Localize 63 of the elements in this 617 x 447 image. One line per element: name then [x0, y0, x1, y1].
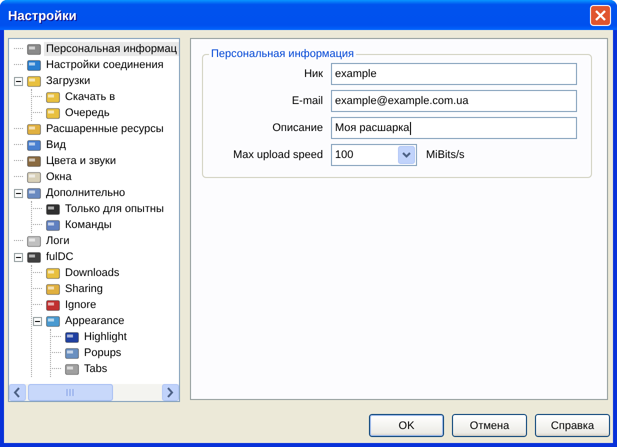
help-button[interactable]: Справка: [535, 414, 610, 437]
tree-item[interactable]: Скачать в: [63, 90, 118, 104]
tree-item[interactable]: Настройки соединения: [44, 58, 166, 72]
tree-item[interactable]: Логи: [44, 234, 72, 248]
close-icon[interactable]: [590, 4, 611, 26]
tree-item-icon: [45, 217, 61, 233]
tree-item[interactable]: Расшаренные ресурсы: [44, 122, 166, 136]
unit-label: MiBits/s: [426, 149, 464, 161]
tree-item-icon: [26, 233, 42, 249]
tree-item[interactable]: Загрузки: [44, 74, 92, 88]
tree-item-icon: [26, 249, 42, 265]
collapse-toggle[interactable]: [33, 316, 42, 326]
tree-item[interactable]: Highlight: [82, 330, 129, 344]
input-field[interactable]: example@example.com.ua: [331, 90, 577, 112]
speed-dropdown[interactable]: 100: [331, 144, 417, 166]
tree-item-icon: [26, 153, 42, 169]
tree-item-icon: [45, 281, 61, 297]
tree-item[interactable]: Очередь: [63, 106, 112, 120]
tree-item[interactable]: Вид: [44, 138, 68, 152]
ok-button[interactable]: OK: [369, 414, 444, 437]
tree-item-icon: [26, 57, 42, 73]
tree-item-icon: [26, 73, 42, 89]
group-title: Персональная информация: [210, 48, 356, 60]
tree-item-icon: [64, 345, 80, 361]
tree-item-icon: [45, 201, 61, 217]
field-label: Ник: [303, 68, 323, 80]
tree-item[interactable]: Дополнительно: [44, 186, 128, 200]
tree-item[interactable]: Sharing: [63, 282, 105, 296]
tree-item[interactable]: Tabs: [82, 362, 110, 376]
cancel-button[interactable]: Отмена: [452, 414, 527, 437]
tree-item-icon: [45, 89, 61, 105]
tree-item-icon: [45, 313, 61, 329]
tree-item[interactable]: fulDC: [44, 250, 76, 264]
dropdown-caret-icon[interactable]: [398, 146, 415, 164]
tree-item[interactable]: Персональная информац: [44, 42, 179, 56]
tree-item-icon: [26, 185, 42, 201]
field-label: Max upload speed: [232, 149, 323, 161]
tree-item[interactable]: Popups: [82, 346, 124, 360]
window-title: Настройки: [8, 8, 77, 22]
tree-item[interactable]: Только для опытны: [63, 202, 166, 216]
input-field[interactable]: Моя расшарка: [331, 117, 577, 139]
tree-item[interactable]: Appearance: [63, 314, 126, 328]
tree-item-icon: [64, 361, 80, 377]
collapse-toggle[interactable]: [14, 188, 23, 198]
tree-item[interactable]: Цвета и звуки: [44, 154, 118, 168]
tree-item[interactable]: Окна: [44, 170, 74, 184]
tree-item-icon: [45, 265, 61, 281]
tree-item-icon: [45, 297, 61, 313]
tree-item[interactable]: Downloads: [63, 266, 122, 280]
tree-item-icon: [26, 169, 42, 185]
collapse-toggle[interactable]: [14, 252, 23, 262]
tree-item-icon: [26, 41, 42, 57]
horizontal-scrollbar[interactable]: [9, 384, 179, 401]
input-field[interactable]: example: [331, 63, 577, 85]
tree-item-icon: [26, 121, 42, 137]
field-label: Описание: [271, 122, 323, 134]
field-label: E-mail: [290, 95, 323, 107]
tree-item-icon: [45, 105, 61, 121]
tree-item-icon: [64, 329, 80, 345]
collapse-toggle[interactable]: [14, 76, 23, 86]
tree-item[interactable]: Команды: [63, 218, 114, 232]
tree-item[interactable]: Ignore: [63, 298, 98, 312]
tree-item-icon: [26, 137, 42, 153]
